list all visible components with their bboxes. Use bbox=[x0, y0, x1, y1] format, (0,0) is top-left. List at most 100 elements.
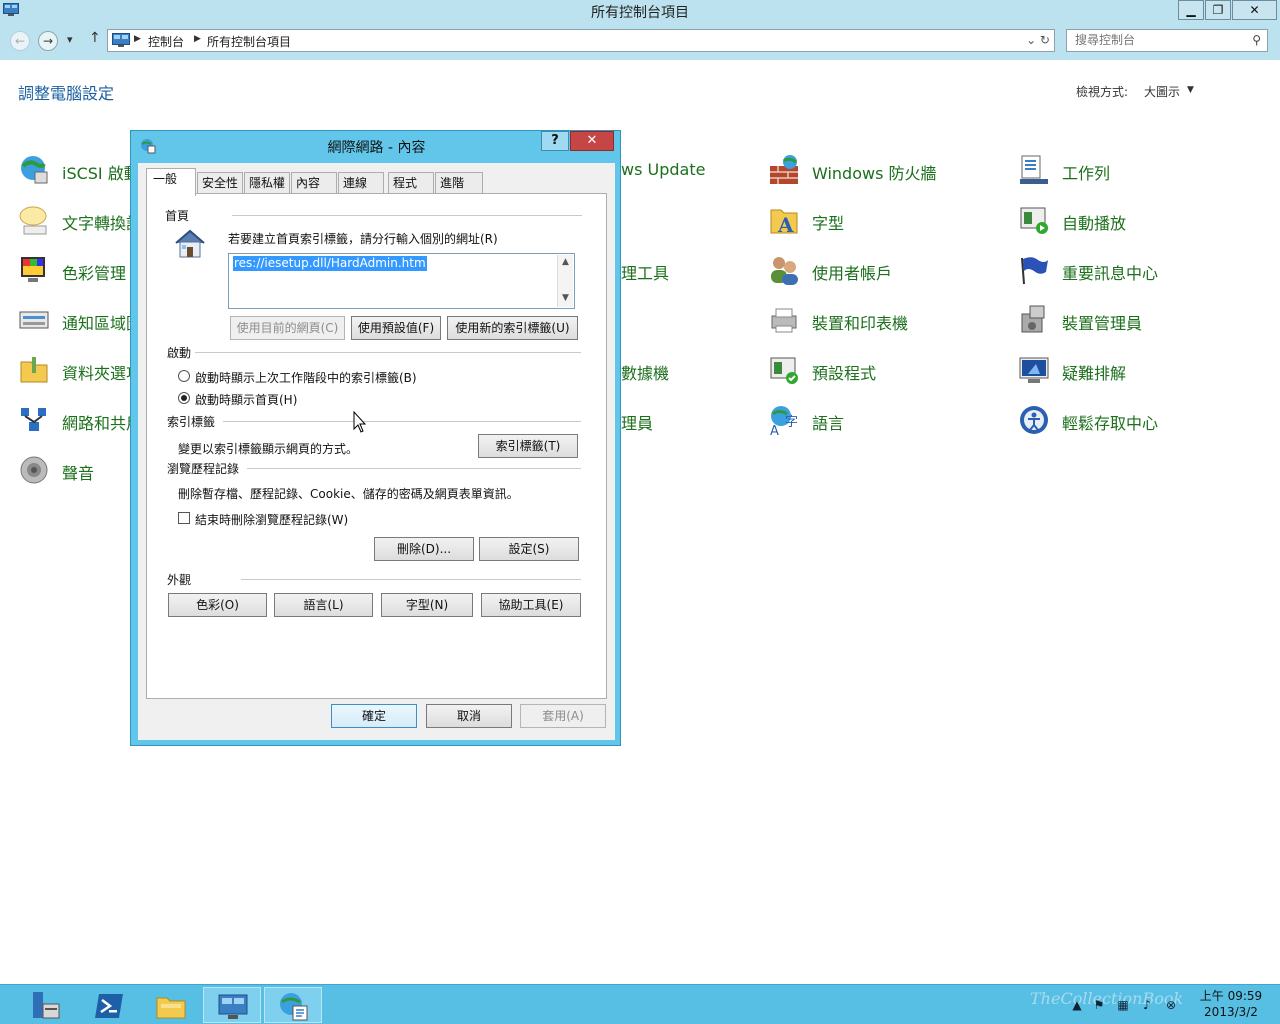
history-settings-button[interactable]: 設定(S) bbox=[479, 537, 579, 561]
dialog-close-button[interactable]: ✕ bbox=[570, 131, 614, 151]
item-user-accounts[interactable]: 使用者帳戶 bbox=[768, 252, 968, 288]
view-by-label: 檢視方式: bbox=[1076, 85, 1129, 99]
item-device-manager[interactable]: 裝置管理員 bbox=[1018, 302, 1178, 338]
item-devices-printers[interactable]: 裝置和印表機 bbox=[768, 302, 968, 338]
tabs-settings-button[interactable]: 索引標籤(T) bbox=[478, 434, 578, 458]
speech-bubble-icon bbox=[19, 206, 47, 235]
address-dropdown-refresh[interactable]: ⌄ ↻ bbox=[1026, 33, 1050, 47]
startup-homepage-radio[interactable] bbox=[178, 392, 190, 404]
view-by-dropdown[interactable]: 大圖示 bbox=[1144, 83, 1180, 100]
default-programs-icon bbox=[770, 357, 798, 384]
clock-time: 上午 09:59 bbox=[1199, 989, 1263, 1003]
cancel-button[interactable]: 取消 bbox=[426, 704, 512, 728]
item-iscsi[interactable]: iSCSI 啟動 bbox=[18, 152, 140, 188]
item-notification-area[interactable]: 通知區域圖 bbox=[18, 302, 142, 338]
startup-group-label: 啟動 bbox=[167, 346, 192, 360]
apply-button[interactable]: 套用(A) bbox=[520, 704, 606, 728]
close-button[interactable]: ✕ bbox=[1232, 0, 1277, 20]
breadcrumb-arrow-icon[interactable]: ▶ bbox=[194, 34, 201, 44]
item-ease-of-access[interactable]: 輕鬆存取中心 bbox=[1018, 402, 1178, 438]
tray-network-icon[interactable]: ▦ bbox=[1116, 998, 1130, 1012]
breadcrumb-arrow-icon[interactable]: ▶ bbox=[134, 34, 141, 44]
item-language[interactable]: A字 語言 bbox=[768, 402, 968, 438]
forward-button[interactable]: → bbox=[38, 31, 58, 51]
restore-button[interactable]: ❐ bbox=[1205, 0, 1231, 20]
taskbar-server-manager[interactable] bbox=[16, 987, 74, 1023]
fonts-button[interactable]: 字型(N) bbox=[381, 593, 473, 617]
item-network-sharing[interactable]: 網路和共用 bbox=[18, 402, 142, 438]
window-title: 所有控制台項目 bbox=[591, 5, 689, 21]
search-icon[interactable]: ⚲ bbox=[1252, 33, 1261, 47]
ease-of-access-icon bbox=[1020, 406, 1048, 434]
address-bar[interactable]: ▶ 控制台 ▶ 所有控制台項目 ⌄ ↻ bbox=[107, 29, 1055, 52]
use-default-button[interactable]: 使用預設值(F) bbox=[351, 316, 441, 340]
use-new-tab-button[interactable]: 使用新的索引標籤(U) bbox=[447, 316, 578, 340]
watermark-text: TheCollectionBook bbox=[1030, 989, 1184, 1008]
tray-flag-icon[interactable]: ⚑ bbox=[1092, 998, 1106, 1012]
languages-button[interactable]: 語言(L) bbox=[274, 593, 373, 617]
tab-general[interactable]: 一般 bbox=[146, 168, 196, 196]
taskbar-clock[interactable]: 上午 09:59 2013/3/2 bbox=[1196, 988, 1266, 1020]
printer-icon bbox=[771, 308, 797, 333]
tabs-description: 變更以索引標籤顯示網頁的方式。 bbox=[178, 442, 359, 456]
group-divider bbox=[195, 352, 581, 353]
startup-last-session-radio[interactable] bbox=[178, 370, 190, 382]
tab-connections[interactable]: 連線 bbox=[338, 172, 384, 194]
group-divider bbox=[241, 579, 581, 580]
delete-history-on-exit-label[interactable]: 結束時刪除瀏覽歷程記錄(W) bbox=[195, 511, 348, 528]
taskbar-file-explorer[interactable] bbox=[142, 987, 200, 1023]
delete-history-on-exit-checkbox[interactable] bbox=[178, 512, 190, 524]
breadcrumb-all-items[interactable]: 所有控制台項目 bbox=[207, 33, 291, 50]
back-button[interactable]: ← bbox=[10, 31, 30, 51]
breadcrumb-control-panel[interactable]: 控制台 bbox=[148, 33, 184, 50]
taskbar-powershell[interactable] bbox=[80, 987, 138, 1023]
item-color-management[interactable]: 色彩管理 bbox=[18, 252, 133, 288]
taskbar-internet-options[interactable] bbox=[264, 987, 322, 1023]
item-default-programs[interactable]: 預設程式 bbox=[768, 352, 968, 388]
tray-show-hidden-icon[interactable]: ▲ bbox=[1070, 998, 1084, 1012]
colors-button[interactable]: 色彩(O) bbox=[168, 593, 267, 617]
general-tab-panel: 首頁 若要建立首頁索引標籤，請分行輸入個別的網址(R) res://iesetu… bbox=[146, 193, 607, 699]
homepage-group-label: 首頁 bbox=[165, 209, 190, 223]
folder-options-icon bbox=[20, 357, 48, 383]
item-speech[interactable]: 文字轉換語 bbox=[18, 202, 142, 238]
view-by-caret-icon[interactable]: ▼ bbox=[1187, 85, 1194, 95]
tab-privacy[interactable]: 隱私權 bbox=[244, 172, 290, 194]
tray-volume-icon[interactable]: ♪ bbox=[1140, 998, 1154, 1012]
item-folder-options[interactable]: 資料夾選項 bbox=[18, 352, 142, 388]
item-sound[interactable]: 聲音 bbox=[18, 452, 133, 488]
scroll-down-icon[interactable]: ▼ bbox=[558, 293, 573, 303]
search-box[interactable]: ⚲ bbox=[1066, 29, 1268, 52]
homepage-url-textarea[interactable]: res://iesetup.dll/HardAdmin.htm ▲ ▼ bbox=[228, 253, 575, 309]
ok-button[interactable]: 確定 bbox=[331, 704, 417, 728]
notification-area-icon bbox=[19, 311, 49, 329]
up-button[interactable]: ↑ bbox=[89, 30, 101, 46]
item-windows-firewall[interactable]: Windows 防火牆 bbox=[768, 152, 968, 188]
accessibility-button[interactable]: 協助工具(E) bbox=[481, 593, 581, 617]
tab-programs[interactable]: 程式 bbox=[388, 172, 434, 194]
tab-advanced[interactable]: 進階 bbox=[435, 172, 483, 194]
minimize-button[interactable]: ▁ bbox=[1178, 0, 1204, 20]
color-management-icon bbox=[21, 257, 45, 282]
tab-content[interactable]: 內容 bbox=[291, 172, 337, 194]
item-autoplay[interactable]: 自動播放 bbox=[1018, 202, 1178, 238]
internet-options-dialog: 網際網路 - 內容 ? ✕ 一般 安全性 隱私權 內容 連線 程式 進階 首頁 … bbox=[130, 130, 621, 746]
use-current-button[interactable]: 使用目前的網頁(C) bbox=[230, 316, 345, 340]
tab-security[interactable]: 安全性 bbox=[197, 172, 243, 194]
search-input[interactable] bbox=[1075, 30, 1245, 50]
item-taskbar[interactable]: 工作列 bbox=[1018, 152, 1178, 188]
tray-ime-icon[interactable]: ⊗ bbox=[1164, 998, 1178, 1012]
item-action-center[interactable]: 重要訊息中心 bbox=[1018, 252, 1178, 288]
recent-locations-button[interactable]: ▾ bbox=[67, 33, 73, 46]
item-troubleshooting[interactable]: 疑難排解 bbox=[1018, 352, 1178, 388]
scroll-up-icon[interactable]: ▲ bbox=[558, 257, 573, 267]
homepage-scrollbar[interactable]: ▲ ▼ bbox=[557, 255, 573, 307]
delete-history-button[interactable]: 刪除(D)... bbox=[374, 537, 474, 561]
startup-homepage-label[interactable]: 啟動時顯示首頁(H) bbox=[195, 391, 297, 408]
dialog-help-button[interactable]: ? bbox=[541, 131, 569, 151]
taskbar-control-panel[interactable] bbox=[203, 987, 261, 1023]
item-fonts[interactable]: A 字型 bbox=[768, 202, 968, 238]
startup-last-session-label[interactable]: 啟動時顯示上次工作階段中的索引標籤(B) bbox=[195, 369, 417, 386]
clock-date: 2013/3/2 bbox=[1204, 1005, 1258, 1019]
fonts-folder-icon: A bbox=[770, 209, 798, 236]
